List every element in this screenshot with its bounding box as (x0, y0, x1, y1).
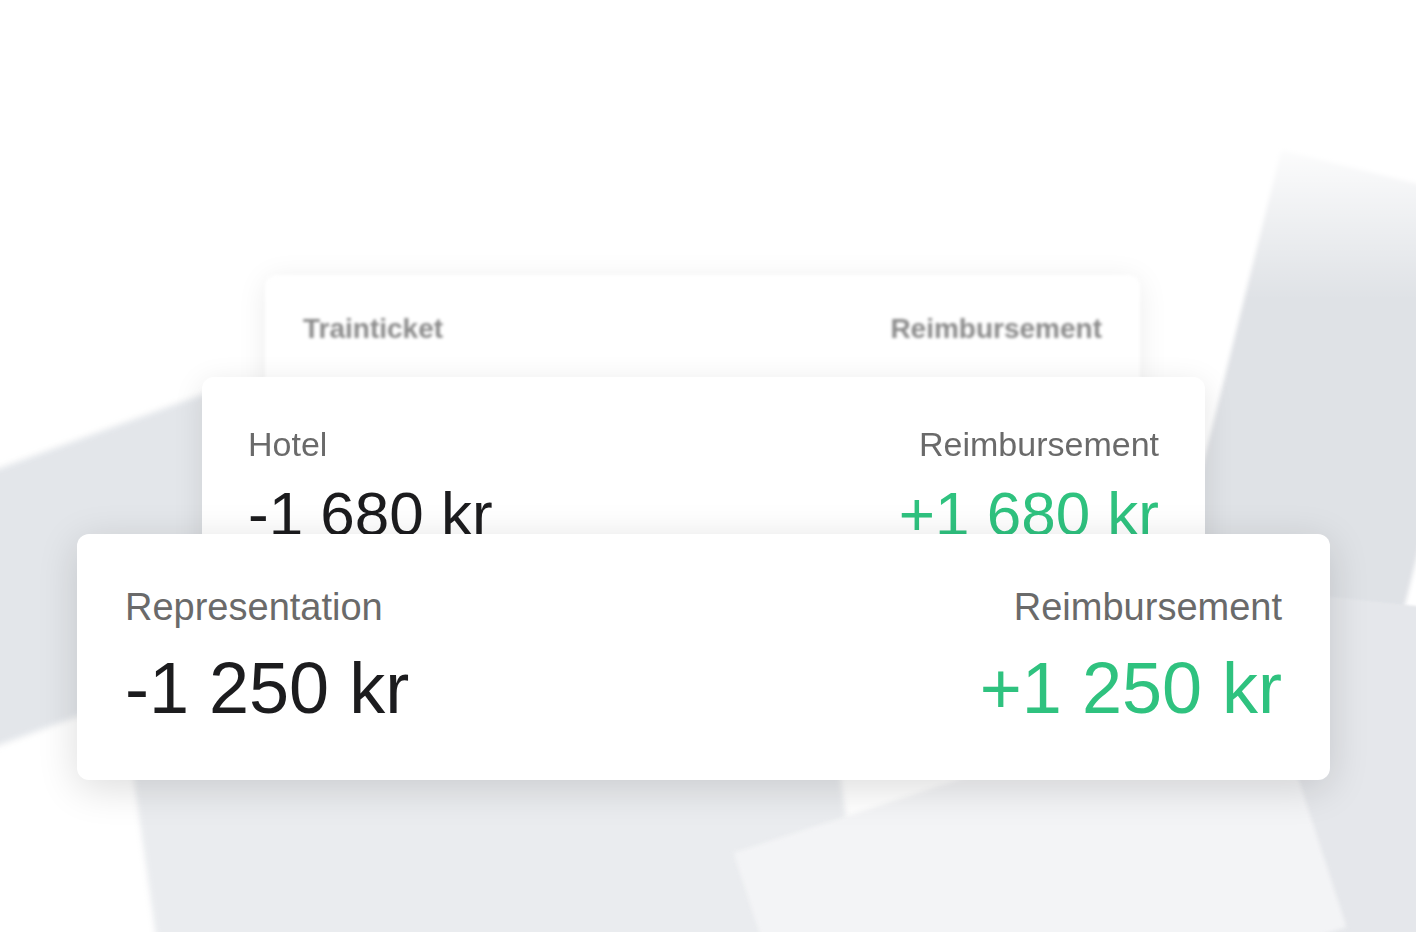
refund-amount: +1 250 kr (980, 652, 1282, 724)
category-label: Hotel (248, 427, 327, 461)
type-label: Reimbursement (890, 315, 1102, 343)
expense-amount: -1 250 kr (125, 652, 409, 724)
amount-row: -1 250 kr +1 250 kr (125, 652, 1282, 724)
type-label: Reimbursement (1014, 588, 1282, 626)
category-label: Representation (125, 588, 383, 626)
type-label: Reimbursement (919, 427, 1159, 461)
card-header: Trainticket Reimbursement (303, 315, 1102, 343)
expense-card[interactable]: Representation Reimbursement -1 250 kr +1 2… (77, 534, 1330, 780)
card-header: Hotel Reimbursement (248, 427, 1159, 461)
fade (0, 0, 1416, 300)
stage: Trainticket Reimbursement Hotel Reimburseme… (0, 0, 1416, 932)
category-label: Trainticket (303, 315, 443, 343)
card-header: Representation Reimbursement (125, 588, 1282, 626)
